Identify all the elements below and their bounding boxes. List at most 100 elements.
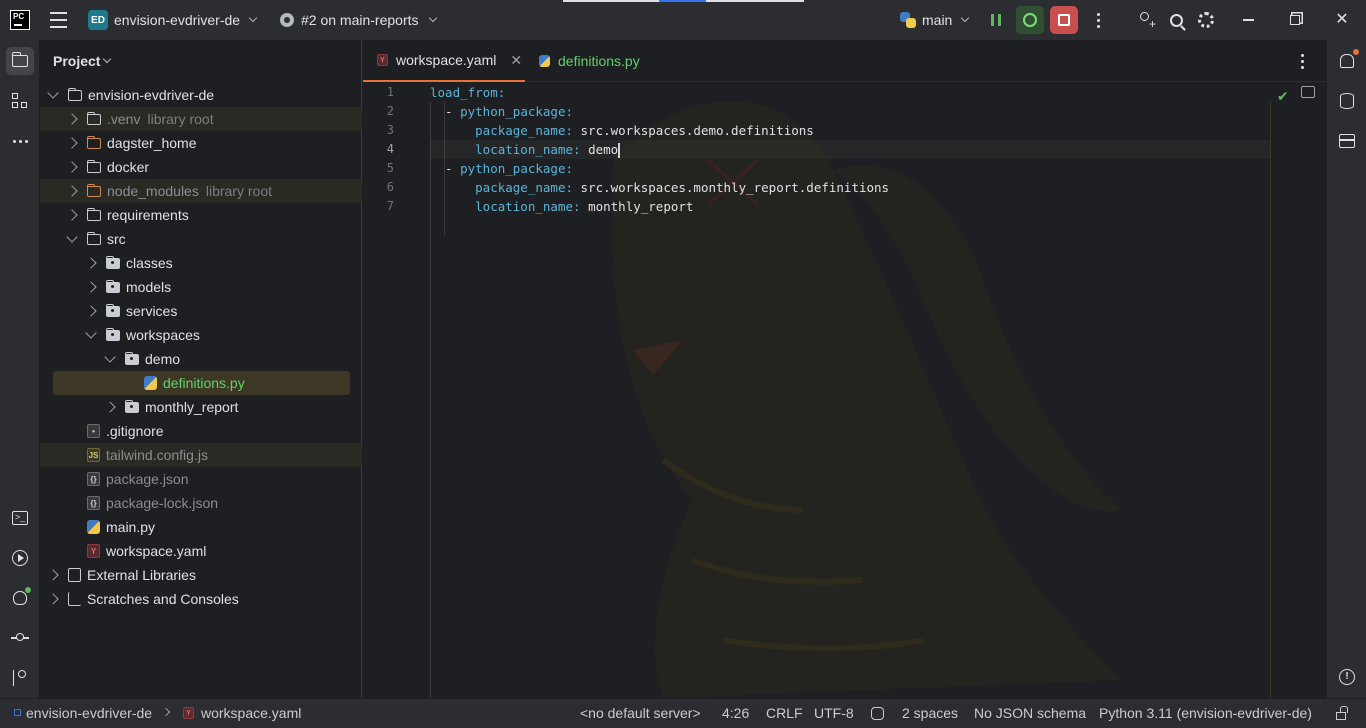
code-line[interactable]: package_name: src.workspaces.monthly_rep… bbox=[430, 178, 1270, 197]
excluded-folder-icon bbox=[86, 135, 101, 149]
restore-button[interactable] bbox=[1281, 6, 1309, 34]
vcs-widget[interactable]: #2 on main-reports bbox=[280, 9, 437, 31]
line-separator[interactable]: CRLF bbox=[766, 705, 803, 721]
commit-tool-button[interactable] bbox=[6, 624, 34, 652]
database-tool-button[interactable] bbox=[1333, 87, 1361, 115]
chevron-down-icon[interactable] bbox=[85, 327, 97, 339]
chevron-down-icon[interactable] bbox=[66, 231, 78, 243]
indent-setting[interactable]: 2 spaces bbox=[902, 705, 958, 721]
pause-button[interactable] bbox=[982, 6, 1010, 34]
tree-item[interactable]: .venv library root bbox=[40, 107, 362, 131]
chevron-right-icon[interactable] bbox=[66, 137, 78, 149]
tree-item[interactable]: JS tailwind.config.js bbox=[40, 443, 362, 467]
tab-definitions-py[interactable]: definitions.py bbox=[525, 40, 655, 82]
tab-workspace-yaml[interactable]: Y workspace.yaml ✕ bbox=[363, 40, 525, 82]
tree-item[interactable]: envision-evdriver-de bbox=[40, 83, 362, 107]
debug-button[interactable] bbox=[1016, 6, 1044, 34]
code-line[interactable]: load_from: bbox=[430, 83, 1270, 102]
tree-item[interactable]: demo bbox=[40, 347, 362, 371]
lock-icon[interactable] bbox=[1336, 706, 1348, 720]
tree-item[interactable]: requirements bbox=[40, 203, 362, 227]
notifications-button[interactable] bbox=[1333, 47, 1361, 75]
code-line[interactable]: location_name: demo bbox=[430, 140, 1270, 159]
tree-item[interactable]: main.py bbox=[40, 515, 362, 539]
hamburger-icon[interactable] bbox=[50, 12, 67, 28]
module-icon bbox=[14, 709, 21, 716]
chevron-down-icon[interactable] bbox=[47, 87, 59, 99]
project-tool-button[interactable] bbox=[6, 47, 34, 75]
ai-assistant-icon[interactable] bbox=[871, 707, 884, 720]
no-problems-check-icon[interactable]: ✔ bbox=[1277, 88, 1289, 105]
tree-item[interactable]: Scratches and Consoles bbox=[40, 587, 362, 611]
stop-button[interactable] bbox=[1050, 6, 1078, 34]
code-with-me-button[interactable] bbox=[1132, 6, 1160, 34]
problems-tool-button[interactable]: ! bbox=[1333, 663, 1361, 691]
tree-item[interactable]: monthly_report bbox=[40, 395, 362, 419]
chevron-right-icon[interactable] bbox=[66, 113, 78, 125]
settings-button[interactable] bbox=[1192, 6, 1220, 34]
run-config-widget[interactable]: main bbox=[900, 9, 970, 31]
chevron-right-icon[interactable] bbox=[104, 401, 116, 413]
tree-item[interactable]: {} package.json bbox=[40, 467, 362, 491]
debug-tool-button[interactable] bbox=[6, 584, 34, 612]
chevron-right-icon[interactable] bbox=[47, 593, 59, 605]
close-window-button[interactable]: ✕ bbox=[1328, 6, 1356, 34]
project-switcher[interactable]: ED envision-evdriver-de bbox=[88, 9, 258, 31]
pycharm-logo-icon[interactable]: PC bbox=[10, 10, 30, 30]
tree-item-label: tailwind.config.js bbox=[106, 447, 208, 463]
git-tool-button[interactable] bbox=[6, 664, 34, 692]
tree-item[interactable]: node_modules library root bbox=[40, 179, 362, 203]
structure-tool-button[interactable] bbox=[6, 87, 34, 115]
caret-position[interactable]: 4:26 bbox=[722, 705, 749, 721]
chevron-right-icon[interactable] bbox=[66, 209, 78, 221]
code-line[interactable]: location_name: monthly_report bbox=[430, 197, 1270, 216]
tree-item[interactable]: • .gitignore bbox=[40, 419, 362, 443]
chevron-right-icon[interactable] bbox=[47, 569, 59, 581]
code-line[interactable]: - python_package: bbox=[430, 159, 1270, 178]
chevron-right-icon[interactable] bbox=[85, 305, 97, 317]
chevron-right-icon[interactable] bbox=[66, 161, 78, 173]
code-line[interactable]: - python_package: bbox=[430, 102, 1270, 121]
chevron-right-icon[interactable] bbox=[66, 185, 78, 197]
tree-item[interactable]: models bbox=[40, 275, 362, 299]
search-everywhere-button[interactable] bbox=[1162, 6, 1190, 34]
breadcrumb-file[interactable]: workspace.yaml bbox=[201, 705, 301, 721]
terminal-tool-button[interactable]: >_ bbox=[6, 504, 34, 532]
breadcrumb-project[interactable]: envision-evdriver-de bbox=[26, 705, 152, 721]
more-actions-button[interactable] bbox=[1084, 6, 1112, 34]
editor-area: Y workspace.yaml ✕ definitions.py ✔ 1 2 3 4… bbox=[363, 40, 1326, 698]
more-tools-button[interactable] bbox=[6, 127, 34, 155]
chevron-right-icon[interactable] bbox=[85, 281, 97, 293]
tree-item[interactable]: classes bbox=[40, 251, 362, 275]
close-tab-icon[interactable]: ✕ bbox=[510, 52, 522, 69]
tree-item[interactable]: definitions.py bbox=[53, 371, 350, 395]
commit-icon bbox=[11, 633, 29, 641]
chevron-right-icon[interactable] bbox=[85, 257, 97, 269]
package-folder-icon bbox=[124, 399, 139, 413]
run-tool-button[interactable] bbox=[6, 544, 34, 572]
tab-actions-icon[interactable] bbox=[1301, 54, 1304, 69]
services-tool-button[interactable] bbox=[1333, 127, 1361, 155]
tree-item-label: src bbox=[107, 231, 126, 247]
python-interpreter[interactable]: Python 3.11 (envision-evdriver-de) bbox=[1099, 705, 1312, 721]
tree-item[interactable]: src bbox=[40, 227, 362, 251]
tree-item[interactable]: {} package-lock.json bbox=[40, 491, 362, 515]
code-line[interactable]: package_name: src.workspaces.demo.defini… bbox=[430, 121, 1270, 140]
tree-item[interactable]: dagster_home bbox=[40, 131, 362, 155]
json-schema[interactable]: No JSON schema bbox=[974, 705, 1086, 721]
tree-item[interactable]: External Libraries bbox=[40, 563, 362, 587]
deployment-server[interactable]: <no default server> bbox=[580, 705, 701, 721]
project-panel-header[interactable]: Project bbox=[53, 53, 112, 69]
tree-item[interactable]: docker bbox=[40, 155, 362, 179]
tree-item[interactable]: Yworkspace.yaml bbox=[40, 539, 362, 563]
tree-item[interactable]: services bbox=[40, 299, 362, 323]
tree-item[interactable]: workspaces bbox=[40, 323, 362, 347]
chevron-down-icon[interactable] bbox=[104, 351, 116, 363]
reader-mode-icon[interactable] bbox=[1301, 86, 1315, 98]
tree-item-label: docker bbox=[107, 159, 150, 175]
code-editor[interactable]: load_from: - python_package: package_nam… bbox=[430, 83, 1270, 216]
text-caret bbox=[618, 143, 620, 158]
file-encoding[interactable]: UTF-8 bbox=[814, 705, 854, 721]
tree-item-label: .gitignore bbox=[106, 423, 164, 439]
minimize-button[interactable] bbox=[1234, 6, 1262, 34]
